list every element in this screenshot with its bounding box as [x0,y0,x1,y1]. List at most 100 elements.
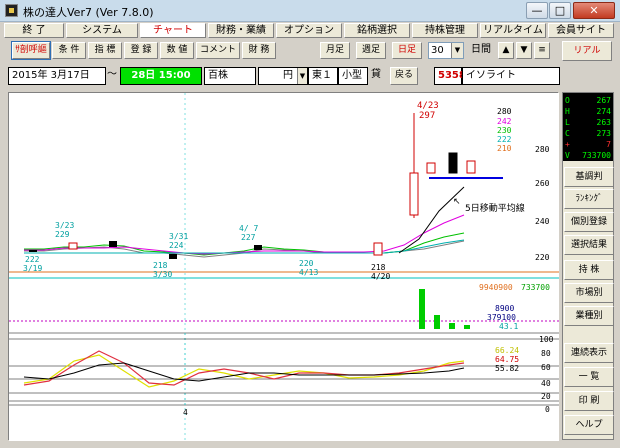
label-218-a: 218 [153,261,168,270]
side-button-list[interactable]: 一 覧 [564,367,614,387]
side-button-register[interactable]: 個別登録 [564,212,614,232]
unit-label: 百株 [204,67,256,85]
toolbar: ｻ剖呼謳 条 件 指 標 登 録 数 値 コメント 財 務 月足 週足 日足 3… [0,40,620,61]
legend-230: 230 [497,126,512,135]
legend-280: 280 [497,107,512,116]
price-axis-280: 280 [535,145,550,154]
label-3-19: 3/19 [23,264,43,273]
menu-stock-select[interactable]: 銘柄選択 [344,23,410,38]
nav-down-button[interactable]: ▼ [516,42,532,59]
menu-member-site[interactable]: 会員サイト [548,23,614,38]
legend-242: 242 [497,117,512,126]
osc-value-1: 66.24 [495,346,520,355]
side-button-sector[interactable]: 業種別 [564,306,614,326]
menu-holdings[interactable]: 持株管理 [412,23,478,38]
app-icon [5,4,18,17]
side-panel: O 267 H 274 L 263 C 273 +7 V 733700 基調判 ﾗﾝｷﾝｸ… [562,92,614,440]
label-4-13: 4/13 [299,268,319,277]
menu-exit[interactable]: 終 了 [4,23,64,38]
label-4-23: 4/23 [417,101,439,111]
label-4-7: 4/ 7 [239,224,259,233]
title-bar: 株の達人Ver7 (Ver 7.8.0) — □ ✕ [0,0,620,22]
menu-icon[interactable]: ≡ [534,42,550,59]
nav-up-button[interactable]: ▲ [498,42,514,59]
quote-row-close: C 273 [565,129,611,138]
indicator-value-2: 379100 [487,313,516,322]
label-3-23: 3/23 [55,221,75,230]
indicator-value-3: 43.1 [499,322,519,331]
toolbar-button-comment[interactable]: コメント [196,42,240,59]
menu-options[interactable]: オプション [276,23,342,38]
chart-svg [9,93,559,441]
price-axis-240: 240 [535,217,550,226]
label-297: 297 [419,111,436,121]
label-229: 229 [55,230,70,239]
close-button[interactable]: ✕ [573,2,615,19]
legend-210: 210 [497,144,512,153]
stock-code[interactable]: 5358 [434,67,466,85]
side-button-trend[interactable]: 基調判 [564,167,614,187]
side-button-ranking[interactable]: ﾗﾝｷﾝｸﾞ [564,189,614,209]
arrow-icon: ↖ [453,197,461,207]
label-220: 220 [299,259,314,268]
menu-realtime[interactable]: リアルタイム [480,23,546,38]
side-button-help[interactable]: ヘルプ [564,415,614,435]
quote-panel: O 267 H 274 L 263 C 273 +7 V 733700 [563,93,613,161]
quote-row-change: +7 [565,140,611,149]
lending-label: 貸 [371,69,381,80]
label-3-31: 3/31 [169,232,189,241]
menu-chart[interactable]: チャート [140,23,206,38]
ma-label: 5日移動平均線 [465,204,525,214]
label-224: 224 [169,241,184,250]
toolbar-button-register[interactable]: 登 録 [124,42,158,59]
start-date-field[interactable]: 2015年 3月17日 [8,67,106,85]
toolbar-button-1[interactable]: ｻ剖呼謳 [11,41,51,60]
toolbar-button-numbers[interactable]: 数 値 [160,42,194,59]
side-button-continuous[interactable]: 連続表示 [564,343,614,363]
quote-row-low: L 263 [565,118,611,127]
osc-axis-40: 40 [541,379,551,388]
toolbar-button-condition[interactable]: 条 件 [52,42,86,59]
side-button-print[interactable]: 印 刷 [564,391,614,411]
x-axis-label: 4 [183,408,188,417]
chart-area[interactable]: 4/23 297 280 242 230 222 210 280 260 240… [8,92,559,441]
label-227: 227 [241,233,256,242]
minimize-button[interactable]: — [526,2,548,19]
menu-system[interactable]: システム [66,23,138,38]
monthly-button[interactable]: 月足 [320,42,350,59]
currency-select[interactable]: 円 ▼ [258,67,308,85]
indicator-value-1: 8900 [495,304,515,313]
weekly-button[interactable]: 週足 [356,42,386,59]
daily-button[interactable]: 日足 [392,42,422,59]
maximize-button[interactable]: □ [549,2,571,19]
quote-row-open: O 267 [565,96,611,105]
osc-value-3: 55.82 [495,364,520,373]
stock-name: イソライト [462,67,560,85]
label-3-30: 3/30 [153,270,173,279]
period-label: 日間 [471,44,491,55]
osc-axis-80: 80 [541,349,551,358]
side-button-holdings[interactable]: 持 株 [564,260,614,280]
window-title: 株の達人Ver7 (Ver 7.8.0) [23,6,154,19]
back-button[interactable]: 戻る [390,67,418,85]
market-field: 東１ [308,67,338,85]
label-218-b: 218 [371,263,386,272]
volume-value-1: 9940900 [479,283,513,292]
quote-row-volume: V 733700 [565,151,611,160]
category-field: 小型 [338,67,368,85]
end-date-field[interactable]: 28日 15:00 [120,67,202,85]
toolbar-button-finance[interactable]: 財 務 [242,42,276,59]
osc-value-2: 64.75 [495,355,520,364]
count-select[interactable]: 30 ▼ [428,42,464,59]
label-222: 222 [25,255,40,264]
menu-bar: 終 了 システム チャート 財務・業績 オプション 銘柄選択 持株管理 リアルタ… [0,22,620,39]
side-button-results[interactable]: 選択結果 [564,235,614,255]
chevron-down-icon: ▼ [451,43,463,58]
side-button-market[interactable]: 市場別 [564,283,614,303]
price-axis-220: 220 [535,253,550,262]
price-axis-260: 260 [535,179,550,188]
realtime-button[interactable]: リアル [562,41,612,61]
toolbar-button-indicator[interactable]: 指 標 [88,42,122,59]
osc-axis-60: 60 [541,363,551,372]
menu-financial[interactable]: 財務・業績 [208,23,274,38]
